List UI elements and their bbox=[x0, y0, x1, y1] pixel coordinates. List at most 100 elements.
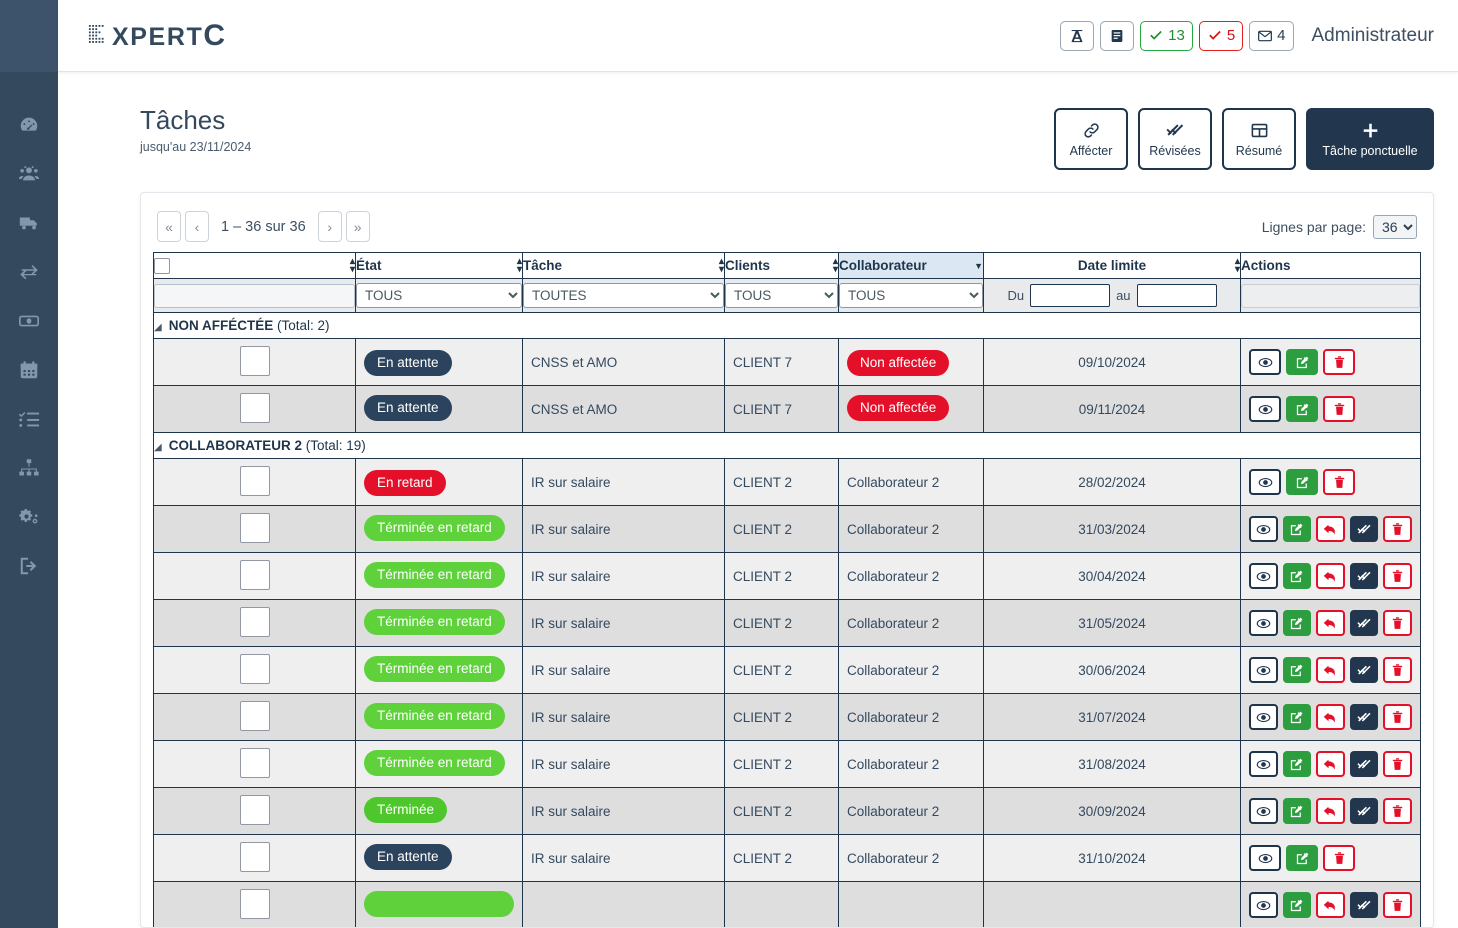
valid-button[interactable] bbox=[1350, 704, 1379, 730]
view-button[interactable] bbox=[1249, 751, 1278, 777]
collapse-triangle-icon[interactable]: ◢ bbox=[154, 442, 162, 453]
table-row[interactable]: Términée en retardIR sur salaireCLIENT 2… bbox=[154, 553, 1421, 600]
del-button[interactable] bbox=[1383, 516, 1412, 542]
view-button[interactable] bbox=[1249, 798, 1278, 824]
rows-per-page-select[interactable]: 12243648 bbox=[1373, 215, 1417, 239]
sort-icon[interactable]: ▴▾ bbox=[1235, 258, 1240, 274]
valid-button[interactable] bbox=[1350, 563, 1379, 589]
view-button[interactable] bbox=[1249, 349, 1281, 375]
group-header-row[interactable]: ◢NON AFFÉCTÉE (Total: 2) bbox=[154, 313, 1421, 339]
row-checkbox[interactable] bbox=[240, 842, 270, 872]
edit-button[interactable] bbox=[1283, 798, 1312, 824]
group-header-cell[interactable]: ◢NON AFFÉCTÉE (Total: 2) bbox=[154, 313, 1421, 339]
edit-button[interactable] bbox=[1286, 845, 1318, 871]
sidebar-item-calendar[interactable] bbox=[0, 345, 58, 394]
first-page-button[interactable]: « bbox=[157, 211, 181, 242]
affecter-button[interactable]: Affécter bbox=[1054, 108, 1128, 170]
edit-button[interactable] bbox=[1283, 751, 1312, 777]
table-row[interactable]: En retardIR sur salaireCLIENT 2Collabora… bbox=[154, 459, 1421, 506]
table-row[interactable]: Términée en retardIR sur salaireCLIENT 2… bbox=[154, 647, 1421, 694]
edit-button[interactable] bbox=[1283, 516, 1312, 542]
row-checkbox[interactable] bbox=[240, 607, 270, 637]
app-logo[interactable]: XPERTC bbox=[88, 19, 227, 53]
sidebar-item-organization[interactable] bbox=[0, 443, 58, 492]
view-button[interactable] bbox=[1249, 396, 1281, 422]
filter-date-from[interactable] bbox=[1030, 284, 1110, 307]
row-checkbox[interactable] bbox=[240, 654, 270, 684]
view-button[interactable] bbox=[1249, 704, 1278, 730]
row-checkbox[interactable] bbox=[240, 560, 270, 590]
collapse-triangle-icon[interactable]: ◢ bbox=[154, 322, 162, 333]
sidebar-item-transfers[interactable] bbox=[0, 247, 58, 296]
prev-page-button[interactable]: ‹ bbox=[185, 211, 209, 242]
col-select[interactable]: ▴▾ bbox=[154, 253, 356, 279]
messages-badge[interactable]: 4 bbox=[1249, 21, 1293, 51]
filter-tache-select[interactable]: TOUTES bbox=[523, 283, 724, 308]
del-button[interactable] bbox=[1323, 845, 1355, 871]
book-button[interactable] bbox=[1100, 21, 1134, 51]
select-all-checkbox[interactable] bbox=[154, 258, 170, 274]
rejected-count-badge[interactable]: 5 bbox=[1199, 21, 1243, 51]
edit-button[interactable] bbox=[1283, 563, 1312, 589]
group-header-cell[interactable]: ◢COLLABORATEUR 2 (Total: 19) bbox=[154, 433, 1421, 459]
table-row[interactable]: Términée en retardIR sur salaireCLIENT 2… bbox=[154, 741, 1421, 788]
table-row[interactable]: Términée en retardIR sur salaireCLIENT 2… bbox=[154, 694, 1421, 741]
row-checkbox[interactable] bbox=[240, 701, 270, 731]
resume-button[interactable]: Résumé bbox=[1222, 108, 1296, 170]
table-row[interactable]: TérminéeIR sur salaireCLIENT 2Collaborat… bbox=[154, 788, 1421, 835]
del-button[interactable] bbox=[1383, 563, 1412, 589]
del-button[interactable] bbox=[1323, 349, 1355, 375]
sidebar-item-dashboard[interactable] bbox=[0, 100, 58, 149]
tache-ponctuelle-button[interactable]: Tâche ponctuelle bbox=[1306, 108, 1434, 170]
undo-button[interactable] bbox=[1316, 704, 1345, 730]
user-name[interactable]: Administrateur bbox=[1312, 25, 1435, 47]
col-tache[interactable]: Tâche▴▾ bbox=[523, 253, 725, 279]
undo-button[interactable] bbox=[1316, 610, 1345, 636]
filter-date-to[interactable] bbox=[1137, 284, 1217, 307]
chevron-down-icon[interactable]: ▼ bbox=[974, 261, 983, 271]
sidebar-item-tasks[interactable] bbox=[0, 394, 58, 443]
next-page-button[interactable]: › bbox=[318, 211, 342, 242]
col-etat[interactable]: État▴▾ bbox=[356, 253, 523, 279]
valid-button[interactable] bbox=[1350, 516, 1379, 542]
valid-button[interactable] bbox=[1350, 657, 1379, 683]
edit-button[interactable] bbox=[1286, 349, 1318, 375]
sidebar-item-settings[interactable] bbox=[0, 492, 58, 541]
valid-button[interactable] bbox=[1350, 892, 1379, 918]
row-checkbox[interactable] bbox=[240, 346, 270, 376]
table-row[interactable]: En attenteCNSS et AMOCLIENT 7Non affecté… bbox=[154, 339, 1421, 386]
sort-icon[interactable]: ▴▾ bbox=[517, 258, 522, 274]
edit-button[interactable] bbox=[1286, 396, 1318, 422]
undo-button[interactable] bbox=[1316, 563, 1345, 589]
del-button[interactable] bbox=[1383, 610, 1412, 636]
sidebar-item-users[interactable] bbox=[0, 149, 58, 198]
sidebar-item-logout[interactable] bbox=[0, 541, 58, 590]
view-button[interactable] bbox=[1249, 563, 1278, 589]
table-row[interactable]: Términée en retardIR sur salaireCLIENT 2… bbox=[154, 506, 1421, 553]
edit-button[interactable] bbox=[1286, 469, 1318, 495]
view-button[interactable] bbox=[1249, 657, 1278, 683]
edit-button[interactable] bbox=[1283, 610, 1312, 636]
view-button[interactable] bbox=[1249, 516, 1278, 542]
valid-button[interactable] bbox=[1350, 751, 1379, 777]
group-header-row[interactable]: ◢COLLABORATEUR 2 (Total: 19) bbox=[154, 433, 1421, 459]
table-row[interactable]: En attenteIR sur salaireCLIENT 2Collabor… bbox=[154, 835, 1421, 882]
row-checkbox[interactable] bbox=[240, 748, 270, 778]
edit-button[interactable] bbox=[1283, 892, 1312, 918]
del-button[interactable] bbox=[1323, 396, 1355, 422]
filter-etat-select[interactable]: TOUS bbox=[356, 283, 522, 308]
edit-button[interactable] bbox=[1283, 704, 1312, 730]
col-date-limite[interactable]: Date limite▴▾ bbox=[984, 253, 1241, 279]
table-row[interactable] bbox=[154, 882, 1421, 928]
view-button[interactable] bbox=[1249, 610, 1278, 636]
sort-icon[interactable]: ▴▾ bbox=[719, 258, 724, 274]
filter-text-input[interactable] bbox=[154, 284, 355, 308]
valid-button[interactable] bbox=[1350, 798, 1379, 824]
font-size-button[interactable] bbox=[1060, 21, 1094, 51]
filter-collaborateur-select[interactable]: TOUS bbox=[839, 283, 983, 308]
sort-icon[interactable]: ▴▾ bbox=[833, 258, 838, 274]
view-button[interactable] bbox=[1249, 892, 1278, 918]
edit-button[interactable] bbox=[1283, 657, 1312, 683]
del-button[interactable] bbox=[1383, 657, 1412, 683]
del-button[interactable] bbox=[1383, 704, 1412, 730]
